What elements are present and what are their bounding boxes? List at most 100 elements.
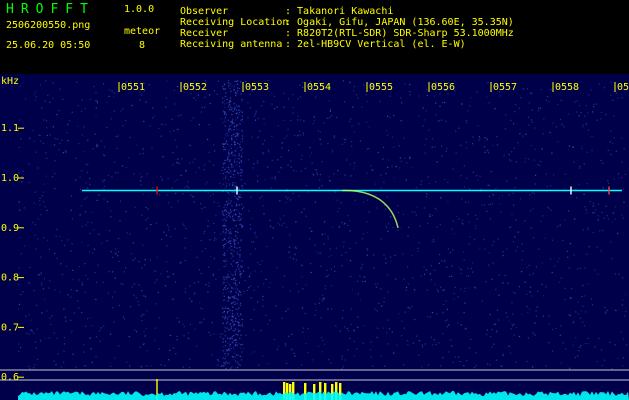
noise-speck <box>586 183 588 185</box>
noise-speck <box>328 359 330 361</box>
noise-speck <box>295 259 297 261</box>
noise-speck <box>222 178 224 180</box>
noise-speck <box>550 88 552 91</box>
noise-speck <box>426 193 428 195</box>
noise-speck <box>513 204 515 206</box>
noise-speck <box>338 226 340 228</box>
noise-speck <box>366 221 368 223</box>
noise-speck <box>230 83 232 85</box>
noise-speck <box>118 304 120 306</box>
noise-speck <box>224 335 226 337</box>
noise-speck <box>373 254 375 256</box>
noise-speck <box>508 194 510 196</box>
noise-speck <box>224 112 226 114</box>
noise-speck <box>598 83 600 85</box>
noise-speck <box>223 247 225 249</box>
noise-speck <box>299 84 301 86</box>
noise-speck <box>285 362 288 364</box>
noise-speck <box>420 183 422 185</box>
noise-speck <box>139 153 141 155</box>
noise-speck <box>79 188 81 191</box>
noise-speck <box>513 147 515 149</box>
noise-speck <box>235 209 237 211</box>
noise-speck <box>225 258 228 260</box>
noise-speck <box>81 282 83 284</box>
noise-speck <box>110 251 112 253</box>
noise-speck <box>430 336 432 338</box>
noise-speck <box>229 231 231 233</box>
noise-speck <box>222 225 224 227</box>
noise-speck <box>231 165 233 167</box>
noise-speck <box>581 148 583 150</box>
noise-speck <box>455 130 457 132</box>
noise-speck <box>338 207 340 209</box>
noise-speck <box>225 243 227 245</box>
noise-speck <box>466 177 468 179</box>
noise-speck <box>430 265 432 267</box>
noise-speck <box>329 109 331 111</box>
noise-speck <box>233 250 235 253</box>
noise-speck <box>443 289 445 291</box>
noise-speck <box>468 221 470 223</box>
noise-speck <box>299 130 301 132</box>
noise-speck <box>475 365 477 367</box>
noise-speck <box>226 102 228 104</box>
noise-speck <box>97 264 99 266</box>
noise-speck <box>95 92 97 94</box>
noise-speck <box>582 229 584 231</box>
noise-speck <box>166 271 168 273</box>
noise-speck <box>136 331 138 333</box>
noise-speck <box>407 340 409 342</box>
noise-speck <box>439 93 441 95</box>
noise-speck <box>149 125 151 127</box>
noise-speck <box>35 248 37 250</box>
noise-speck <box>587 228 589 230</box>
noise-speck <box>71 330 73 332</box>
noise-speck <box>200 307 202 309</box>
noise-speck <box>50 323 52 326</box>
noise-speck <box>165 97 167 99</box>
noise-speck <box>388 159 390 161</box>
noise-speck <box>118 345 120 347</box>
noise-speck <box>288 335 290 337</box>
noise-speck <box>517 142 519 144</box>
noise-speck <box>322 339 324 342</box>
noise-speck <box>129 233 131 235</box>
noise-speck <box>250 273 252 275</box>
noise-speck <box>43 236 45 239</box>
noise-speck <box>89 184 91 186</box>
noise-speck <box>257 117 259 119</box>
noise-speck <box>223 362 225 364</box>
noise-speck <box>369 349 372 351</box>
noise-speck <box>615 150 617 152</box>
noise-speck <box>361 238 363 240</box>
noise-speck <box>526 88 528 90</box>
noise-speck <box>66 132 68 134</box>
noise-speck <box>446 266 448 268</box>
noise-speck <box>34 223 36 226</box>
noise-speck <box>79 176 81 178</box>
noise-speck <box>230 137 233 139</box>
noise-speck <box>600 118 602 120</box>
noise-speck <box>390 260 392 262</box>
noise-speck <box>426 89 428 91</box>
noise-speck <box>169 236 172 238</box>
noise-speck <box>442 333 444 335</box>
noise-speck <box>517 231 519 233</box>
noise-speck <box>578 183 580 185</box>
noise-speck <box>402 213 405 215</box>
noise-speck <box>240 239 242 241</box>
noise-speck <box>53 144 56 146</box>
noise-speck <box>231 143 233 145</box>
noise-speck <box>235 133 237 135</box>
noise-speck <box>512 241 515 243</box>
noise-speck <box>297 291 300 293</box>
noise-speck <box>537 290 539 292</box>
noise-speck <box>409 94 411 96</box>
noise-speck <box>184 186 186 188</box>
noise-speck <box>236 161 238 163</box>
noise-speck <box>30 319 32 321</box>
noise-speck <box>224 243 226 245</box>
noise-speck <box>41 312 43 314</box>
noise-speck <box>223 245 225 247</box>
